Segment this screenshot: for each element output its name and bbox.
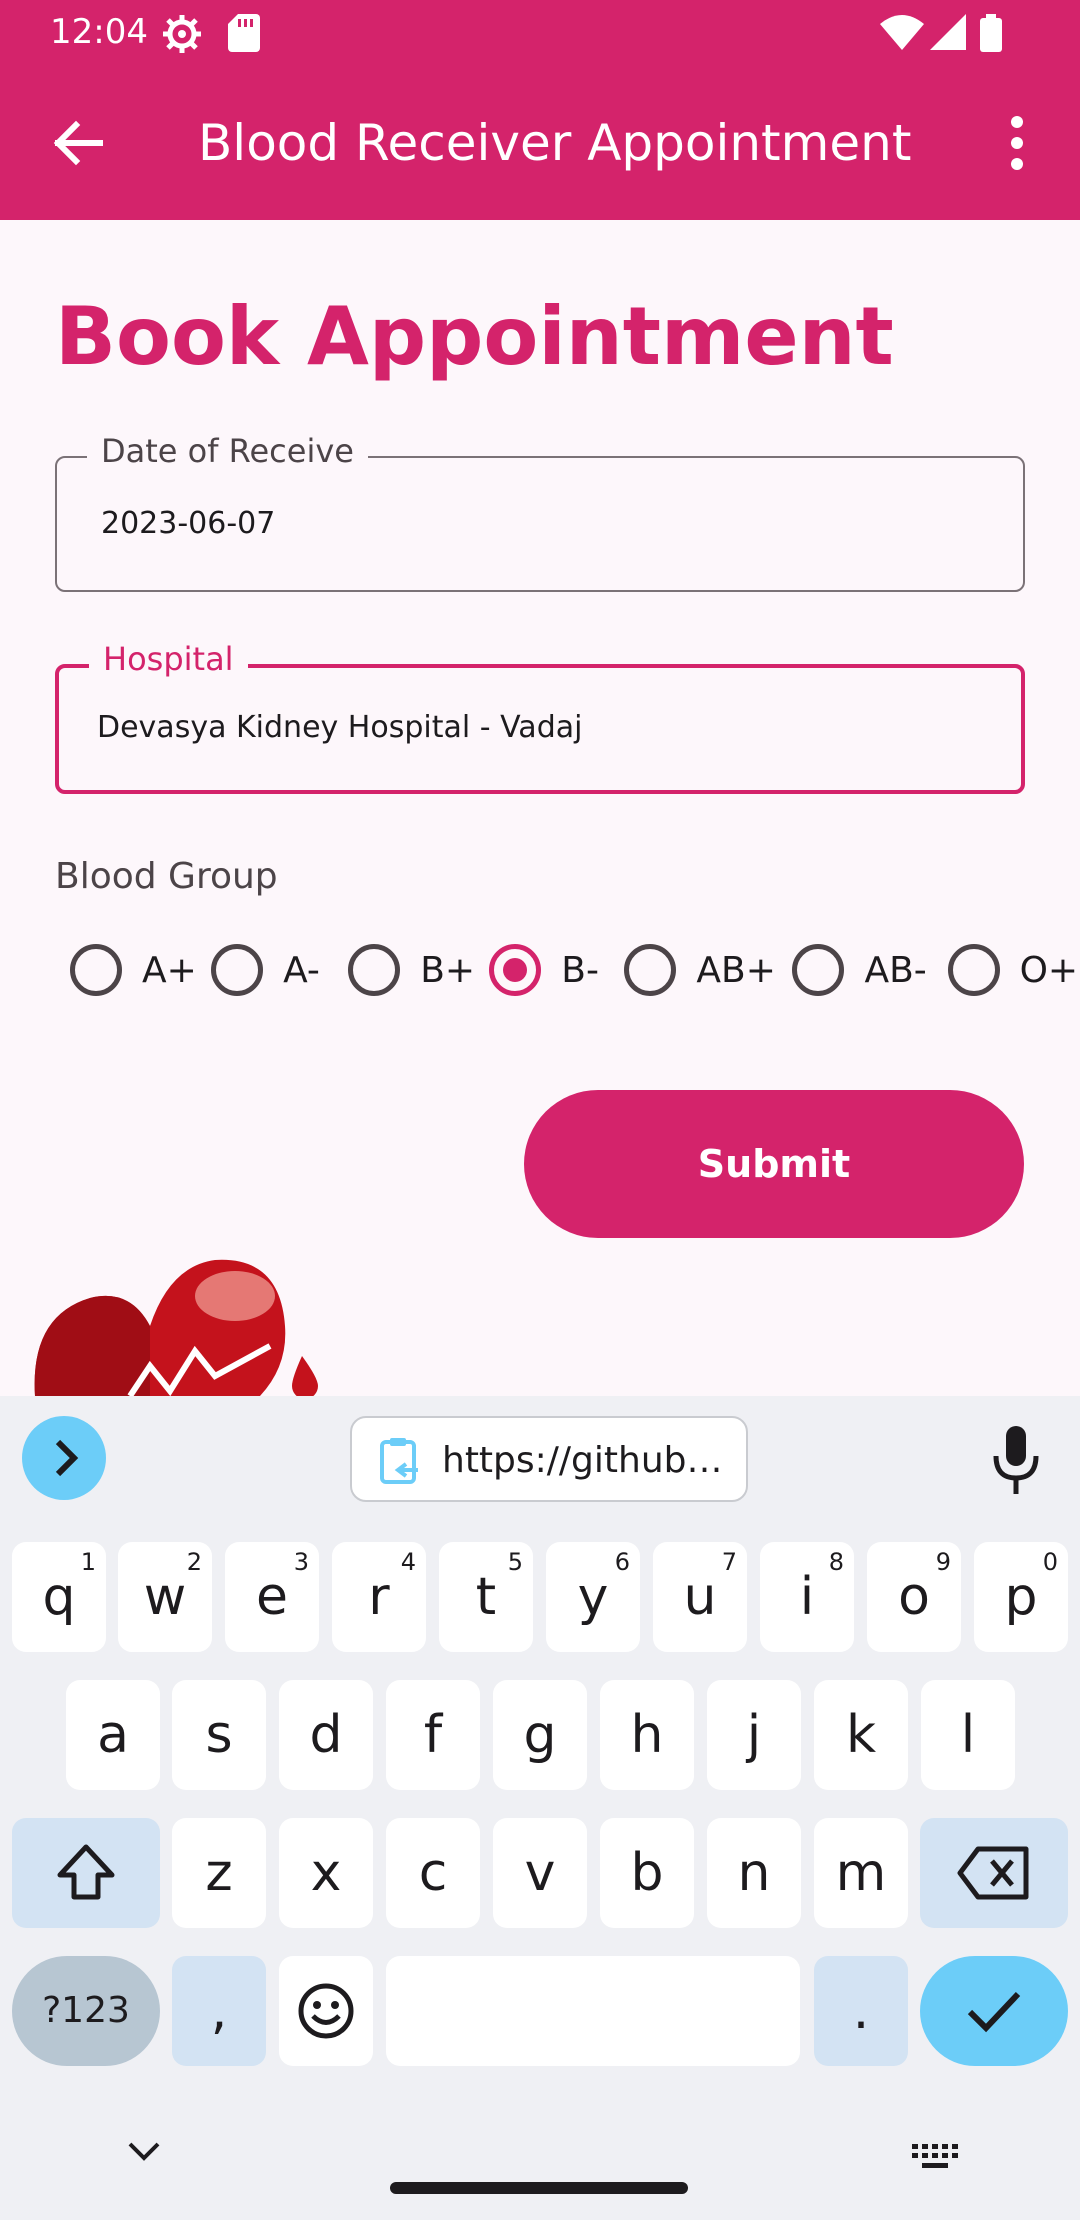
clipboard-suggestion[interactable]: https://github… xyxy=(350,1416,748,1502)
key-a[interactable]: a xyxy=(66,1680,160,1790)
key-o[interactable]: o9 xyxy=(867,1542,961,1652)
radio-o-plus[interactable]: O+ xyxy=(947,938,1080,1002)
radio-circle xyxy=(211,944,264,996)
shift-icon xyxy=(57,1844,115,1900)
key-c[interactable]: c xyxy=(386,1818,480,1928)
battery-icon xyxy=(980,14,1002,52)
symbols-key[interactable]: ?123 xyxy=(12,1956,160,2066)
date-of-receive-value: 2023-06-07 xyxy=(101,506,276,541)
emoji-key[interactable] xyxy=(279,1956,373,2066)
radio-circle xyxy=(70,944,122,996)
key-f[interactable]: f xyxy=(386,1680,480,1790)
key-i[interactable]: i8 xyxy=(760,1542,854,1652)
key-g[interactable]: g xyxy=(493,1680,587,1790)
blood-group-label: Blood Group xyxy=(55,856,278,897)
comma-key[interactable]: , xyxy=(172,1956,266,2066)
backspace-icon xyxy=(957,1846,1029,1900)
hospital-value: Devasya Kidney Hospital - Vadaj xyxy=(97,710,583,745)
date-of-receive-label: Date of Receive xyxy=(87,432,368,470)
key-m[interactable]: m xyxy=(814,1818,908,1928)
hospital-field[interactable]: Hospital Devasya Kidney Hospital - Vadaj xyxy=(55,640,1025,794)
backspace-key[interactable] xyxy=(920,1818,1068,1928)
key-s[interactable]: s xyxy=(172,1680,266,1790)
app-bar: Blood Receiver Appointment xyxy=(0,66,1080,220)
page-heading: Book Appointment xyxy=(55,290,894,383)
period-key[interactable]: . xyxy=(814,1956,908,2066)
top-app-bar: 12:04 Blood Receiver Appointment xyxy=(0,0,1080,220)
radio-circle xyxy=(348,944,401,996)
radio-b-plus[interactable]: B+ xyxy=(348,938,484,1002)
keyboard-switch-icon[interactable] xyxy=(912,2144,958,2172)
blood-group-radio-group: A+ A- B+ B- AB+ AB- O+ O- xyxy=(70,938,1080,1002)
key-z[interactable]: z xyxy=(172,1818,266,1928)
key-v[interactable]: v xyxy=(493,1818,587,1928)
soft-keyboard: https://github… q1 w2 e3 r4 t5 y6 u7 i8 … xyxy=(0,1396,1080,2220)
key-t[interactable]: t5 xyxy=(439,1542,533,1652)
key-p[interactable]: p0 xyxy=(974,1542,1068,1652)
hospital-label: Hospital xyxy=(89,640,248,678)
submit-button[interactable]: Submit xyxy=(524,1090,1024,1238)
clipboard-text: https://github… xyxy=(442,1440,723,1481)
radio-ab-minus[interactable]: AB- xyxy=(792,938,942,1002)
heart-blood-drop-illustration xyxy=(34,1259,318,1396)
radio-circle xyxy=(792,944,845,996)
status-time: 12:04 xyxy=(50,12,148,52)
key-h[interactable]: h xyxy=(600,1680,694,1790)
key-k[interactable]: k xyxy=(814,1680,908,1790)
key-u[interactable]: u7 xyxy=(653,1542,747,1652)
key-y[interactable]: y6 xyxy=(546,1542,640,1652)
wifi-icon xyxy=(880,15,924,50)
enter-key[interactable] xyxy=(920,1956,1068,2066)
key-b[interactable]: b xyxy=(600,1818,694,1928)
status-bar: 12:04 xyxy=(0,0,1080,66)
sd-card-status-icon xyxy=(228,14,260,52)
settings-status-icon xyxy=(163,15,201,53)
hide-keyboard-chevron-icon[interactable] xyxy=(124,2136,164,2166)
radio-b-minus[interactable]: B- xyxy=(489,938,619,1002)
shift-key[interactable] xyxy=(12,1818,160,1928)
back-arrow-icon[interactable] xyxy=(40,106,114,180)
date-of-receive-field[interactable]: Date of Receive 2023-06-07 xyxy=(55,432,1025,592)
key-d[interactable]: d xyxy=(279,1680,373,1790)
radio-a-minus[interactable]: A- xyxy=(211,938,343,1002)
key-l[interactable]: l xyxy=(921,1680,1015,1790)
radio-circle xyxy=(947,944,1000,996)
key-n[interactable]: n xyxy=(707,1818,801,1928)
key-x[interactable]: x xyxy=(279,1818,373,1928)
radio-circle-selected xyxy=(489,944,542,996)
key-j[interactable]: j xyxy=(707,1680,801,1790)
key-r[interactable]: r4 xyxy=(332,1542,426,1652)
space-key[interactable] xyxy=(386,1956,800,2066)
radio-a-plus[interactable]: A+ xyxy=(70,938,206,1002)
checkmark-icon xyxy=(967,1991,1021,2033)
emoji-icon xyxy=(298,1983,354,2039)
key-q[interactable]: q1 xyxy=(12,1542,106,1652)
radio-ab-plus[interactable]: AB+ xyxy=(624,938,787,1002)
home-indicator[interactable] xyxy=(390,2182,688,2194)
microphone-icon[interactable] xyxy=(990,1426,1042,1496)
chevron-right-icon xyxy=(55,1439,79,1477)
key-w[interactable]: w2 xyxy=(118,1542,212,1652)
more-options-icon[interactable] xyxy=(990,106,1044,180)
signal-icon xyxy=(930,14,966,50)
radio-circle xyxy=(624,944,677,996)
clipboard-link-icon xyxy=(380,1438,418,1484)
key-e[interactable]: e3 xyxy=(225,1542,319,1652)
keyboard-toolbar-toggle[interactable] xyxy=(22,1416,106,1500)
app-bar-title: Blood Receiver Appointment xyxy=(198,114,912,172)
